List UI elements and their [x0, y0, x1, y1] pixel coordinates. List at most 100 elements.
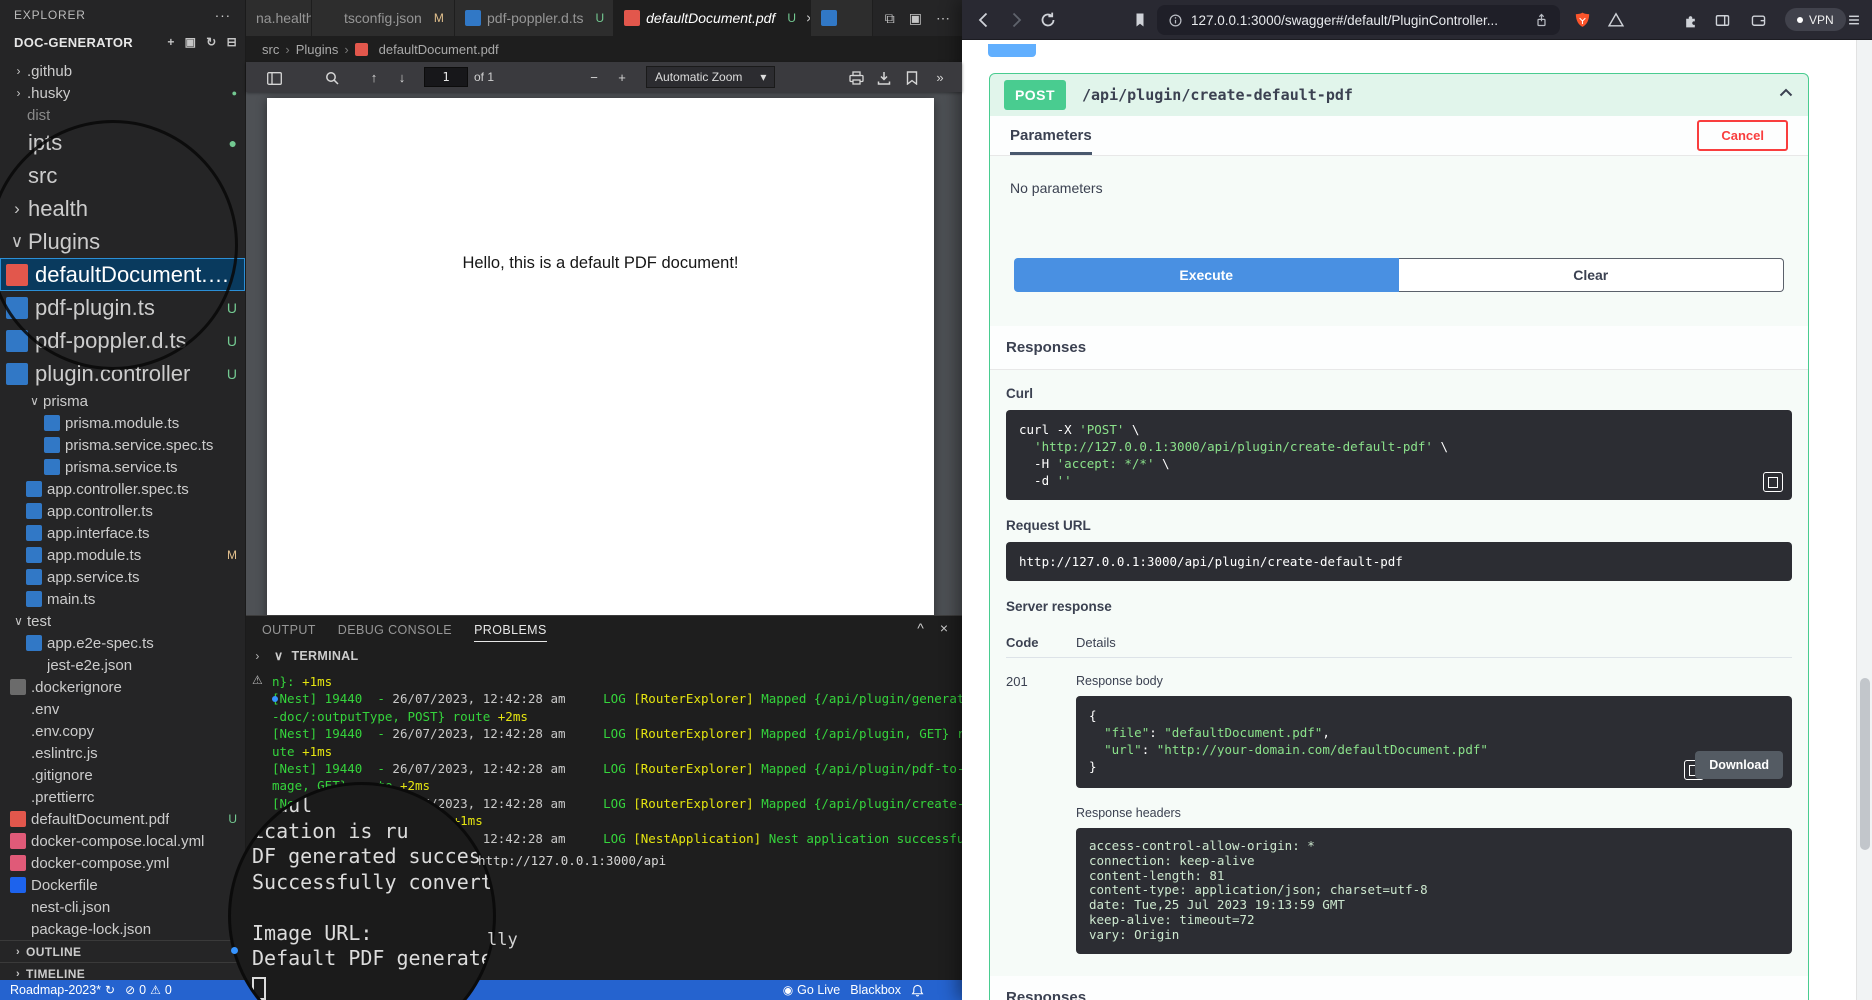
panel-tab[interactable]: OUTPUT: [262, 619, 316, 641]
collapse-chevron-icon[interactable]: [1778, 85, 1794, 106]
tree-item[interactable]: ∨ Plugins: [0, 225, 245, 258]
tree-item[interactable]: dist: [0, 104, 245, 126]
clear-button[interactable]: Clear: [1399, 258, 1785, 292]
zoom-in-icon[interactable]: +: [608, 70, 636, 85]
editor-tab[interactable]: defaultDocument.pdf U ×: [614, 0, 811, 36]
menu-icon[interactable]: [1838, 4, 1870, 36]
editor-tab[interactable]: pdf-poppler.d.ts U: [455, 0, 614, 36]
tree-item[interactable]: Dockerfile: [0, 874, 245, 896]
go-live-button[interactable]: ◉ Go Live: [783, 983, 841, 997]
tree-item[interactable]: defaultDocument.pdf: [0, 258, 245, 291]
wallet-icon[interactable]: [1742, 4, 1774, 36]
toggle-sidebar-icon[interactable]: [260, 69, 288, 84]
zoom-select[interactable]: Automatic Zoom ▾: [646, 66, 775, 88]
breadcrumb-file[interactable]: defaultDocument.pdf: [379, 42, 499, 57]
tree-item[interactable]: .env: [0, 698, 245, 720]
site-info-icon[interactable]: [1163, 8, 1187, 32]
terminal-section-header[interactable]: ∨ TERMINAL: [274, 648, 358, 663]
previous-page-icon[interactable]: ↑: [360, 70, 388, 85]
breadcrumb[interactable]: src › Plugins › defaultDocument.pdf: [246, 36, 962, 62]
endpoint-header[interactable]: POST /api/plugin/create-default-pdf: [990, 74, 1808, 116]
breadcrumb-folder[interactable]: src: [262, 42, 279, 57]
tree-item[interactable]: .eslintrc.js: [0, 742, 245, 764]
blackbox-button[interactable]: Blackbox: [850, 983, 901, 997]
tree-item[interactable]: prisma.service.spec.ts: [0, 434, 245, 456]
download-icon[interactable]: [870, 69, 898, 85]
url-text[interactable]: 127.0.0.1:3000/swagger#/default/PluginCo…: [1191, 13, 1528, 28]
execute-button[interactable]: Execute: [1014, 258, 1399, 292]
forward-button[interactable]: [1000, 4, 1032, 36]
reload-button[interactable]: [1032, 4, 1064, 36]
tree-item[interactable]: .gitignore: [0, 764, 245, 786]
print-icon[interactable]: [842, 69, 870, 85]
editor-tab[interactable]: na.health.ts: [246, 0, 312, 36]
editor-tab[interactable]: [811, 0, 873, 36]
tree-item[interactable]: docker-compose.yml: [0, 852, 245, 874]
tree-item[interactable]: .env.copy: [0, 720, 245, 742]
tree-item[interactable]: app.interface.ts: [0, 522, 245, 544]
share-icon[interactable]: [1528, 7, 1554, 33]
toolbar-overflow-icon[interactable]: »: [926, 70, 954, 85]
terminal-api-url[interactable]: http://127.0.0.1:3000/api: [478, 853, 666, 868]
tree-item[interactable]: src: [0, 159, 245, 192]
tree-item[interactable]: docker-compose.local.yml: [0, 830, 245, 852]
tree-item[interactable]: main.ts: [0, 588, 245, 610]
tree-item[interactable]: › health: [0, 192, 245, 225]
tree-item[interactable]: prisma.service.ts: [0, 456, 245, 478]
brave-shield-icon[interactable]: [1566, 4, 1598, 36]
notifications-bell-icon[interactable]: [911, 984, 924, 997]
collapse-all-icon[interactable]: ⊟: [227, 35, 237, 49]
zoom-out-icon[interactable]: −: [580, 70, 608, 85]
tree-item[interactable]: app.e2e-spec.ts: [0, 632, 245, 654]
tree-item[interactable]: .prettierrc: [0, 786, 245, 808]
tree-item[interactable]: ipts ●: [0, 126, 245, 159]
outline-section[interactable]: › OUTLINE: [0, 940, 245, 962]
tree-item[interactable]: ∨ prisma: [0, 390, 245, 412]
tree-item[interactable]: › .github: [0, 60, 245, 82]
search-icon[interactable]: [318, 69, 346, 85]
tree-item[interactable]: pdf-poppler.d.ts U: [0, 324, 245, 357]
cancel-button[interactable]: Cancel: [1697, 120, 1788, 151]
new-file-icon[interactable]: +: [167, 35, 174, 49]
url-bar[interactable]: 127.0.0.1:3000/swagger#/default/PluginCo…: [1157, 5, 1560, 35]
tree-item[interactable]: app.controller.ts: [0, 500, 245, 522]
more-actions-icon[interactable]: ⋯: [936, 10, 950, 27]
panel-tab[interactable]: PROBLEMS: [474, 619, 547, 642]
panel-tab[interactable]: DEBUG CONSOLE: [338, 619, 452, 641]
back-button[interactable]: [968, 4, 1000, 36]
timeline-section[interactable]: › TIMELINE: [0, 962, 245, 980]
download-button[interactable]: Download: [1695, 751, 1783, 779]
tree-item[interactable]: ∨ test: [0, 610, 245, 632]
tree-item[interactable]: plugin.controller U: [0, 357, 245, 390]
project-section-header[interactable]: DOC-GENERATOR + ▣ ↻ ⊟: [0, 30, 245, 54]
tree-item[interactable]: nest-cli.json: [0, 896, 245, 918]
page-number-input[interactable]: [424, 67, 468, 87]
tree-item[interactable]: app.controller.spec.ts: [0, 478, 245, 500]
branch-indicator[interactable]: Roadmap-2023* ↻: [10, 983, 115, 997]
problems-indicator[interactable]: ⊘ 0 ⚠ 0: [125, 983, 172, 997]
bookmark-icon[interactable]: [898, 69, 926, 85]
open-changes-icon[interactable]: ⧉: [885, 10, 895, 27]
bookmark-icon[interactable]: [1124, 4, 1156, 36]
split-editor-icon[interactable]: ▣: [909, 10, 922, 27]
next-page-icon[interactable]: ↓: [388, 70, 416, 85]
tree-item[interactable]: prisma.module.ts: [0, 412, 245, 434]
chevron-right-icon[interactable]: ›: [255, 649, 259, 663]
breadcrumb-folder[interactable]: Plugins: [296, 42, 339, 57]
tree-item[interactable]: defaultDocument.pdf U: [0, 808, 245, 830]
maximize-panel-icon[interactable]: ^: [917, 620, 924, 636]
refresh-icon[interactable]: ↻: [206, 35, 216, 49]
tree-item[interactable]: package-lock.json: [0, 918, 245, 940]
new-folder-icon[interactable]: ▣: [185, 35, 197, 49]
pdf-viewer[interactable]: Hello, this is a default PDF document!: [246, 92, 962, 615]
scrollbar-thumb[interactable]: [1860, 678, 1870, 850]
extensions-puzzle-icon[interactable]: [1674, 4, 1706, 36]
more-actions-icon[interactable]: ···: [215, 7, 231, 23]
tree-item[interactable]: pdf-plugin.ts U: [0, 291, 245, 324]
scrollbar-track[interactable]: [1856, 40, 1872, 1000]
copy-to-clipboard-icon[interactable]: [1763, 472, 1783, 492]
tree-item[interactable]: › .husky ●: [0, 82, 245, 104]
vpn-toggle[interactable]: VPN: [1785, 8, 1846, 31]
brave-rewards-icon[interactable]: [1600, 4, 1632, 36]
tree-item[interactable]: jest-e2e.json: [0, 654, 245, 676]
